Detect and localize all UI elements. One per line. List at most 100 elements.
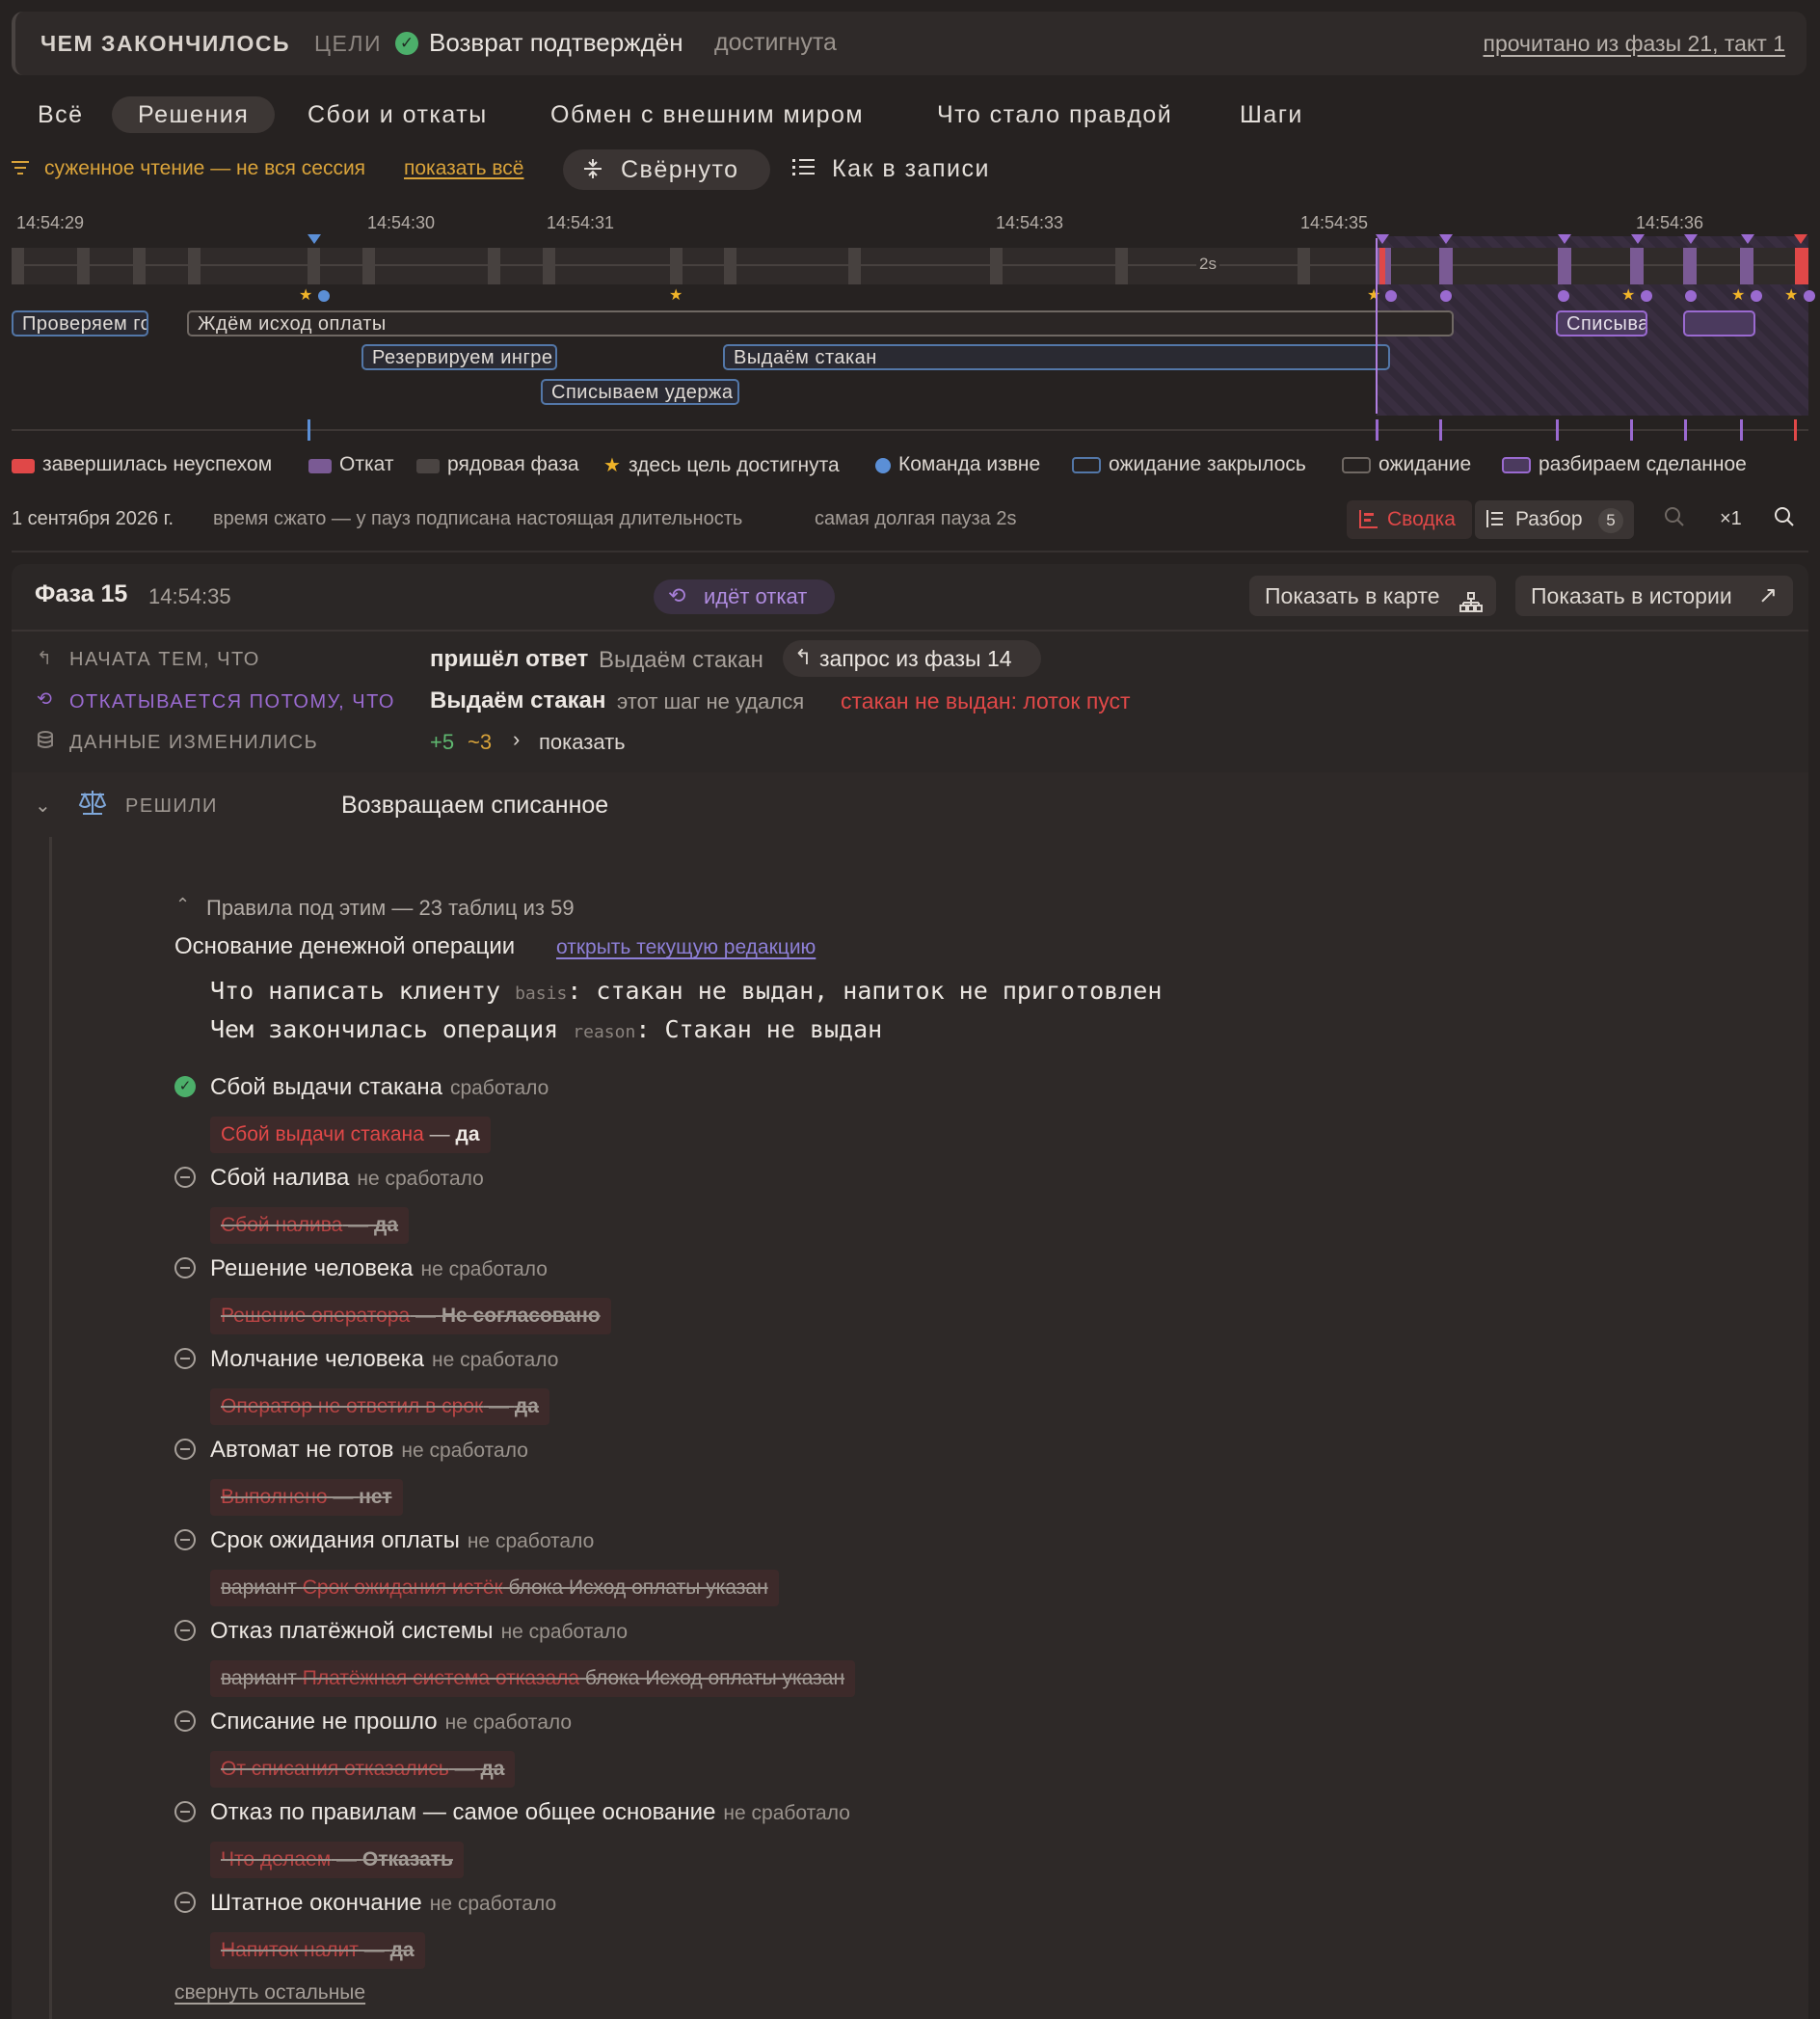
tab-decisions[interactable]: Решения (112, 96, 276, 133)
rollback-segment[interactable] (1439, 248, 1453, 284)
rule-item[interactable]: Штатное окончание не сработало (210, 1890, 556, 1917)
rule-item[interactable]: Сбой налива не сработало (210, 1165, 484, 1192)
divider (12, 551, 1808, 552)
outcome-banner: ЧЕМ ЗАКОНЧИЛОСЬ ЦЕЛИ ✓ Возврат подтвержд… (12, 12, 1807, 75)
failed-segment[interactable] (1379, 248, 1385, 284)
started-event: пришёл ответ (430, 646, 589, 672)
phase-segment[interactable] (488, 248, 500, 284)
arrow-up-right-icon: ↗ (1757, 582, 1778, 608)
tab-steps[interactable]: Шаги (1214, 96, 1329, 133)
rule-item[interactable]: Списание не прошло не сработало (210, 1709, 572, 1736)
timeline-bar-reserving[interactable]: Резервируем ингре (361, 344, 557, 370)
started-label: НАЧАТА ТЕМ, ЧТО (69, 649, 260, 670)
rollback-segment[interactable] (1558, 248, 1571, 284)
timeline-bar-checking[interactable]: Проверяем го (12, 310, 148, 336)
rule-item[interactable]: Отказ платёжной системы не сработало (210, 1618, 628, 1645)
rules-header[interactable]: Правила под этим — 23 таблиц из 59 (206, 896, 575, 921)
phase-segment[interactable] (670, 248, 682, 284)
timeline-bar-writing-off-sorting[interactable]: Списыва (1556, 310, 1647, 336)
rule-condition: Напиток налит — да (210, 1932, 425, 1969)
chevron-down-icon[interactable]: ⌄ (35, 794, 51, 818)
phase-segment[interactable] (77, 248, 90, 284)
breakdown-count-badge: 5 (1598, 508, 1623, 533)
read-from-link[interactable]: прочитано из фазы 21, такт 1 (1484, 31, 1786, 57)
rollback-reason: этот шаг не удался (617, 689, 805, 713)
tab-all[interactable]: Всё (12, 96, 110, 133)
rule-item[interactable]: Срок ожидания оплаты не сработало (210, 1527, 594, 1554)
time-tick: 14:54:36 (1636, 213, 1704, 232)
tab-exchange[interactable]: Обмен с внешним миром (524, 96, 890, 133)
data-changed-count: ~3 (468, 730, 493, 754)
rule-item[interactable]: Отказ по правилам — самое общее основани… (210, 1799, 850, 1826)
timeline-bar-dispensing-cup[interactable]: Выдаём стакан (723, 344, 1390, 370)
timeline-bar-awaiting-payment[interactable]: Ждём исход оплаты (187, 310, 1454, 336)
phase-segment[interactable] (133, 248, 146, 284)
rule-condition: Сбой выдачи стакана — да (210, 1117, 491, 1153)
rule-item[interactable]: Молчание человека не сработало (210, 1346, 558, 1373)
rollback-marker (1439, 234, 1453, 244)
phase-segment[interactable] (990, 248, 1003, 284)
axis-tick (308, 419, 310, 441)
open-revision-link[interactable]: открыть текущую редакцию (556, 936, 816, 959)
zoom-in-icon[interactable] (1774, 506, 1795, 532)
phase-segment[interactable] (848, 248, 861, 284)
show-all-link[interactable]: показать всё (404, 157, 523, 180)
summary-button[interactable]: Сводка (1347, 500, 1472, 539)
goal-star-icon: ★ (1621, 287, 1636, 304)
show-in-history-button[interactable]: Показать в истории ↗ (1515, 576, 1793, 616)
phase-segment[interactable] (1115, 248, 1128, 284)
phase-segment[interactable] (1298, 248, 1310, 284)
as-recorded-button[interactable]: Как в записи (832, 155, 990, 183)
rollback-step: Выдаём стакан (430, 687, 606, 713)
return-arrow-icon: ↰ (794, 645, 813, 669)
tab-truth[interactable]: Что стало правдой (911, 96, 1198, 133)
rule-condition: Решение оператора — Не согласовано (210, 1298, 611, 1334)
zoom-out-icon[interactable] (1664, 506, 1685, 532)
decision-value: Возвращаем списанное (341, 792, 609, 819)
collapse-rest-link[interactable]: свернуть остальные (174, 1981, 365, 2005)
rule-item[interactable]: Сбой выдачи стакана сработало (210, 1074, 549, 1101)
rule-item[interactable]: Автомат не готов не сработало (210, 1437, 528, 1464)
chevron-up-icon[interactable]: ⌃ (175, 895, 190, 915)
phase-segment[interactable] (362, 248, 375, 284)
rule-condition: вариант Срок ожидания истёк блока Исход … (210, 1570, 779, 1606)
chevron-right-icon[interactable]: › (513, 727, 520, 752)
timeline-bar-sorting[interactable] (1683, 310, 1755, 336)
phase-segment[interactable] (724, 248, 736, 284)
rollback-segment[interactable] (1630, 248, 1644, 284)
goal-name: Возврат подтверждён (429, 28, 683, 57)
phase-segment[interactable] (308, 248, 320, 284)
timeline-bar-writing-off[interactable]: Списываем удержа (541, 379, 739, 405)
current-phase-cursor[interactable] (1376, 238, 1378, 414)
phase-segment[interactable] (12, 248, 24, 284)
tab-failures[interactable]: Сбои и откаты (281, 96, 514, 133)
data-changed-label: ДАННЫЕ ИЗМЕНИЛИСЬ (69, 732, 319, 753)
goal-star-icon: ★ (1731, 287, 1746, 304)
rollback-marker (1684, 234, 1698, 244)
rollback-segment[interactable] (1740, 248, 1753, 284)
minus-circle-icon (174, 1710, 196, 1732)
failure-marker (1794, 234, 1807, 244)
rule-item[interactable]: Решение человека не сработало (210, 1255, 548, 1282)
rollback-dot (1641, 290, 1652, 302)
phase-segment[interactable] (188, 248, 201, 284)
legend-wait-closed: ожидание закрылось (1072, 453, 1306, 476)
rollback-dot (1385, 290, 1397, 302)
rollback-segment[interactable] (1683, 248, 1697, 284)
show-data-link[interactable]: показать (539, 730, 626, 755)
rollback-icon: ⟲ (668, 583, 686, 607)
collapsed-toggle-button[interactable]: Свёрнуто (563, 149, 770, 190)
axis-tick (1376, 419, 1378, 441)
request-from-phase-chip[interactable]: ↰ запрос из фазы 14 (783, 640, 1041, 677)
decision-tree-line (49, 837, 52, 2019)
rollback-error: стакан не выдан: лоток пуст (841, 688, 1131, 713)
phase-title: Фаза 15 (35, 580, 128, 607)
rollback-dot (1558, 290, 1569, 302)
breakdown-icon (1485, 508, 1506, 534)
breakdown-button[interactable]: Разбор 5 (1475, 500, 1634, 539)
time-tick: 14:54:35 (1300, 213, 1369, 232)
failed-segment[interactable] (1795, 248, 1808, 284)
show-on-map-button[interactable]: Показать в карте (1249, 576, 1496, 616)
timeline-ruler[interactable] (12, 248, 1808, 284)
phase-segment[interactable] (543, 248, 555, 284)
